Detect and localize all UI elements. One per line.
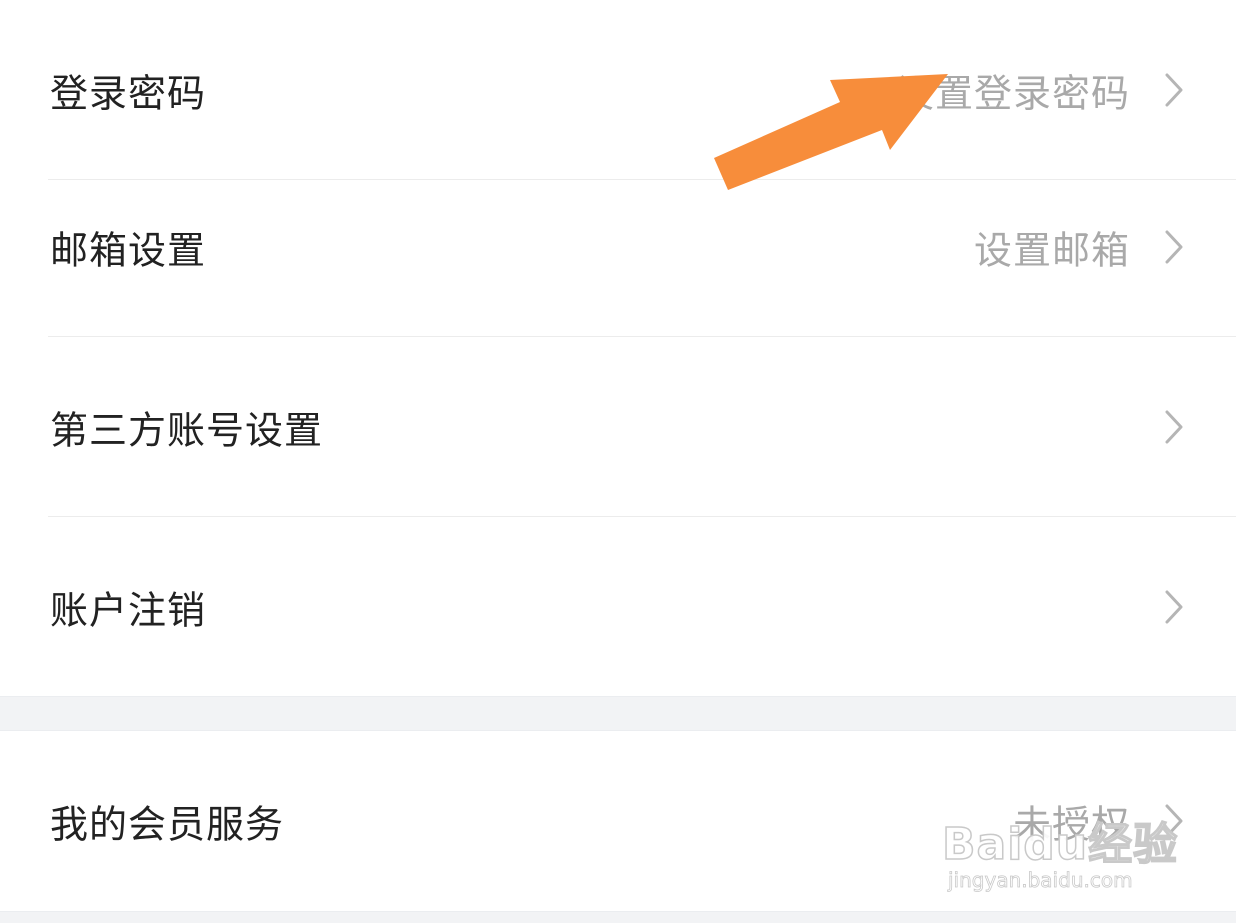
row-label: 账户注销 [50,588,207,632]
chevron-right-icon [1164,803,1184,839]
row-label: 登录密码 [50,71,207,116]
settings-group-membership: 我的会员服务 未授权 [0,731,1236,911]
chevron-right-icon [1164,229,1184,265]
row-value: 设置登录密码 [895,71,1130,116]
settings-group-account: 登录密码 设置登录密码 邮箱设置 设置邮箱 第三方账号设置 账户注销 [0,0,1236,696]
row-label: 我的会员服务 [50,802,285,847]
row-label: 第三方账号设置 [50,408,324,453]
row-label: 邮箱设置 [50,228,207,273]
row-value: 设置邮箱 [973,228,1130,273]
row-account-deletion[interactable]: 账户注销 [0,517,1236,696]
section-gap-bottom [0,911,1236,923]
row-third-party-accounts[interactable]: 第三方账号设置 [0,337,1236,517]
chevron-right-icon [1164,72,1184,108]
row-value: 未授权 [1012,802,1130,847]
row-login-password[interactable]: 登录密码 设置登录密码 [0,0,1236,180]
chevron-right-icon [1164,589,1184,625]
chevron-right-icon [1164,409,1184,445]
row-email-settings[interactable]: 邮箱设置 设置邮箱 [0,157,1236,337]
row-membership-service[interactable]: 我的会员服务 未授权 [0,731,1236,911]
section-gap [0,696,1236,731]
